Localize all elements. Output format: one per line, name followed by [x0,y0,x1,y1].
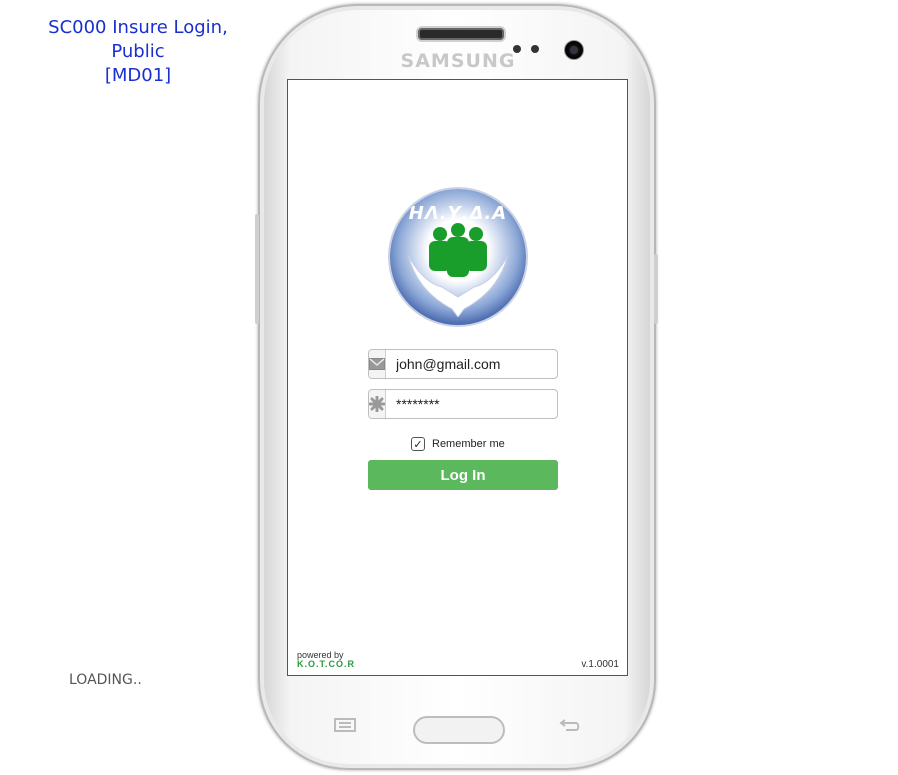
login-button[interactable]: Log In [368,460,558,490]
remember-checkbox[interactable]: ✓ [411,437,425,451]
volume-button [255,214,259,324]
device-brand: SAMSUNG [400,50,516,72]
sensor-icon [531,45,539,53]
email-input[interactable] [386,350,557,378]
checkmark-icon: ✓ [413,438,423,451]
power-button [654,254,658,324]
person-icon [433,227,447,241]
powered-by: powered by K.O.T.CO.R [297,651,355,669]
app-version: v.1.0001 [581,659,619,670]
phone-frame: SAMSUNG ΗΛ.Υ.Δ.Α john@gmail.com ********… [255,4,658,770]
caption-code: [MD01] [104,65,172,86]
remember-label: Remember me [432,438,505,450]
app-screen: ΗΛ.Υ.Δ.Α john@gmail.com ******** ✓ Remem… [287,79,628,676]
logo-text: ΗΛ.Υ.Δ.Α [408,203,508,224]
home-button[interactable] [413,716,505,744]
figure-shape [465,241,487,271]
page-caption: SC000 Insure Login, Public [MD01] [20,16,256,88]
caption-title: SC000 Insure Login, Public [48,17,228,62]
asterisk-icon [369,390,386,418]
person-icon [451,223,465,237]
powered-by-brand: K.O.T.CO.R [297,659,356,669]
loading-status: LOADING.. [69,672,142,688]
speaker-grill [416,26,506,42]
password-field[interactable] [368,389,558,419]
app-logo: ΗΛ.Υ.Δ.Α [390,189,526,325]
envelope-icon [369,350,386,378]
email-field[interactable] [368,349,558,379]
remember-me-control[interactable]: ✓ Remember me [411,437,505,451]
back-key-icon[interactable] [558,716,580,737]
password-input[interactable] [386,390,557,418]
camera-icon [564,40,584,60]
sensor-icon [513,45,521,53]
menu-key-icon[interactable] [334,716,356,737]
person-icon [469,227,483,241]
